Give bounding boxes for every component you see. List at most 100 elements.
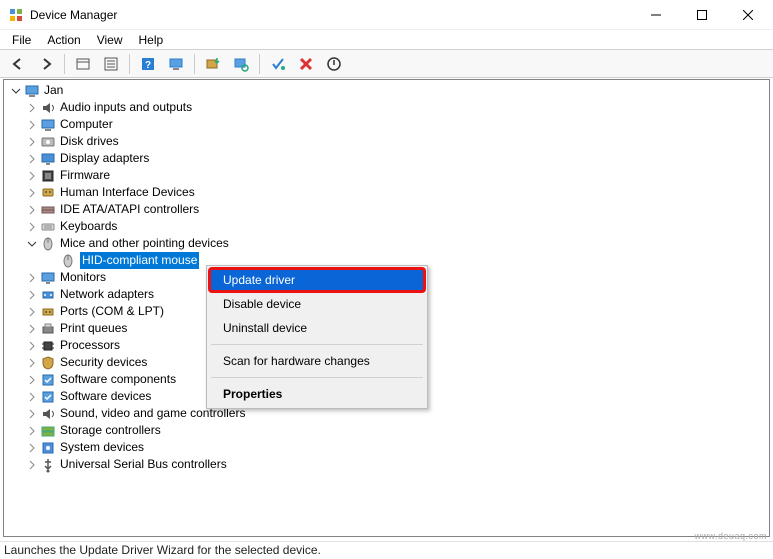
chevron-down-icon[interactable] xyxy=(8,86,24,96)
chevron-right-icon[interactable] xyxy=(24,409,40,419)
context-menu-item[interactable]: Uninstall device xyxy=(209,316,425,340)
chevron-right-icon[interactable] xyxy=(24,426,40,436)
tree-node-label: Print queues xyxy=(60,320,131,337)
context-menu-item[interactable]: Properties xyxy=(209,382,425,406)
tree-node-label: Ports (COM & LPT) xyxy=(60,303,168,320)
context-menu-item[interactable]: Disable device xyxy=(209,292,425,316)
chevron-right-icon[interactable] xyxy=(24,273,40,283)
ports-icon xyxy=(40,304,56,320)
toolbar-separator xyxy=(194,54,195,74)
tree-node-label: Network adapters xyxy=(60,286,158,303)
chevron-right-icon[interactable] xyxy=(24,307,40,317)
tree-node-label: Disk drives xyxy=(60,133,123,150)
tree-node[interactable]: Display adapters xyxy=(4,150,769,167)
tree-node[interactable]: Disk drives xyxy=(4,133,769,150)
software-icon xyxy=(40,389,56,405)
toolbar-separator xyxy=(129,54,130,74)
minimize-button[interactable] xyxy=(633,0,679,30)
chevron-right-icon[interactable] xyxy=(24,460,40,470)
uninstall-button[interactable] xyxy=(294,52,318,76)
app-icon xyxy=(8,7,24,23)
tree-node-label: Computer xyxy=(60,116,117,133)
software-icon xyxy=(40,372,56,388)
context-menu-item[interactable]: Update driver xyxy=(208,267,426,293)
watermark: www.deuaq.com xyxy=(694,531,767,541)
menu-help[interactable]: Help xyxy=(131,32,172,48)
chevron-right-icon[interactable] xyxy=(24,324,40,334)
storage-icon xyxy=(40,423,56,439)
menu-action[interactable]: Action xyxy=(39,32,88,48)
svg-text:?: ? xyxy=(145,60,151,71)
keyboard-icon xyxy=(40,219,56,235)
tree-node[interactable]: Universal Serial Bus controllers xyxy=(4,456,769,473)
menu-view[interactable]: View xyxy=(89,32,131,48)
update-driver-button[interactable] xyxy=(201,52,225,76)
tree-node-label: Human Interface Devices xyxy=(60,184,199,201)
menu-file[interactable]: File xyxy=(4,32,39,48)
context-menu-item[interactable]: Scan for hardware changes xyxy=(209,349,425,373)
chevron-right-icon[interactable] xyxy=(24,171,40,181)
forward-button[interactable] xyxy=(34,52,58,76)
computer-icon xyxy=(40,117,56,133)
back-button[interactable] xyxy=(6,52,30,76)
maximize-button[interactable] xyxy=(679,0,725,30)
menubar: FileActionViewHelp xyxy=(0,30,773,50)
processor-icon xyxy=(40,338,56,354)
tree-node-label: IDE ATA/ATAPI controllers xyxy=(60,201,203,218)
chevron-right-icon[interactable] xyxy=(24,290,40,300)
tree-node[interactable]: Storage controllers xyxy=(4,422,769,439)
chevron-right-icon[interactable] xyxy=(24,188,40,198)
device-button[interactable] xyxy=(164,52,188,76)
chevron-right-icon[interactable] xyxy=(24,443,40,453)
menu-separator xyxy=(211,344,423,345)
display-icon xyxy=(40,151,56,167)
scan-hardware-button[interactable] xyxy=(229,52,253,76)
show-hidden-button[interactable] xyxy=(71,52,95,76)
security-icon xyxy=(40,355,56,371)
tree-node-label: Firmware xyxy=(60,167,114,184)
computer-icon xyxy=(24,83,40,99)
disable-button[interactable] xyxy=(322,52,346,76)
tree-node[interactable]: IDE ATA/ATAPI controllers xyxy=(4,201,769,218)
tree-node-label: Jan xyxy=(44,82,67,99)
hid-icon xyxy=(40,185,56,201)
usb-icon xyxy=(40,457,56,473)
tree-node[interactable]: Firmware xyxy=(4,167,769,184)
chevron-right-icon[interactable] xyxy=(24,222,40,232)
chevron-right-icon[interactable] xyxy=(24,392,40,402)
chevron-right-icon[interactable] xyxy=(24,205,40,215)
window-title: Device Manager xyxy=(30,8,117,22)
tree-node[interactable]: Audio inputs and outputs xyxy=(4,99,769,116)
tree-node-label: Processors xyxy=(60,337,124,354)
chevron-right-icon[interactable] xyxy=(24,341,40,351)
titlebar: Device Manager xyxy=(0,0,773,30)
close-button[interactable] xyxy=(725,0,771,30)
printer-icon xyxy=(40,321,56,337)
tree-node[interactable]: Computer xyxy=(4,116,769,133)
sound-icon xyxy=(40,406,56,422)
chevron-right-icon[interactable] xyxy=(24,137,40,147)
help-button[interactable]: ? xyxy=(136,52,160,76)
chevron-right-icon[interactable] xyxy=(24,375,40,385)
mouse-icon xyxy=(40,236,56,252)
mouse-icon xyxy=(60,253,76,269)
tree-node[interactable]: Mice and other pointing devices xyxy=(4,235,769,252)
tree-node-label: System devices xyxy=(60,439,148,456)
tree-node-label: Keyboards xyxy=(60,218,121,235)
tree-node-label: Software components xyxy=(60,371,180,388)
tree-node-label: Audio inputs and outputs xyxy=(60,99,196,116)
chevron-right-icon[interactable] xyxy=(24,120,40,130)
network-icon xyxy=(40,287,56,303)
enable-button[interactable] xyxy=(266,52,290,76)
tree-node[interactable]: Jan xyxy=(4,82,769,99)
tree-node[interactable]: Keyboards xyxy=(4,218,769,235)
tree-node[interactable]: Human Interface Devices xyxy=(4,184,769,201)
properties-button[interactable] xyxy=(99,52,123,76)
chevron-right-icon[interactable] xyxy=(24,103,40,113)
chevron-right-icon[interactable] xyxy=(24,358,40,368)
disk-icon xyxy=(40,134,56,150)
chevron-down-icon[interactable] xyxy=(24,239,40,249)
audio-icon xyxy=(40,100,56,116)
tree-node[interactable]: System devices xyxy=(4,439,769,456)
chevron-right-icon[interactable] xyxy=(24,154,40,164)
